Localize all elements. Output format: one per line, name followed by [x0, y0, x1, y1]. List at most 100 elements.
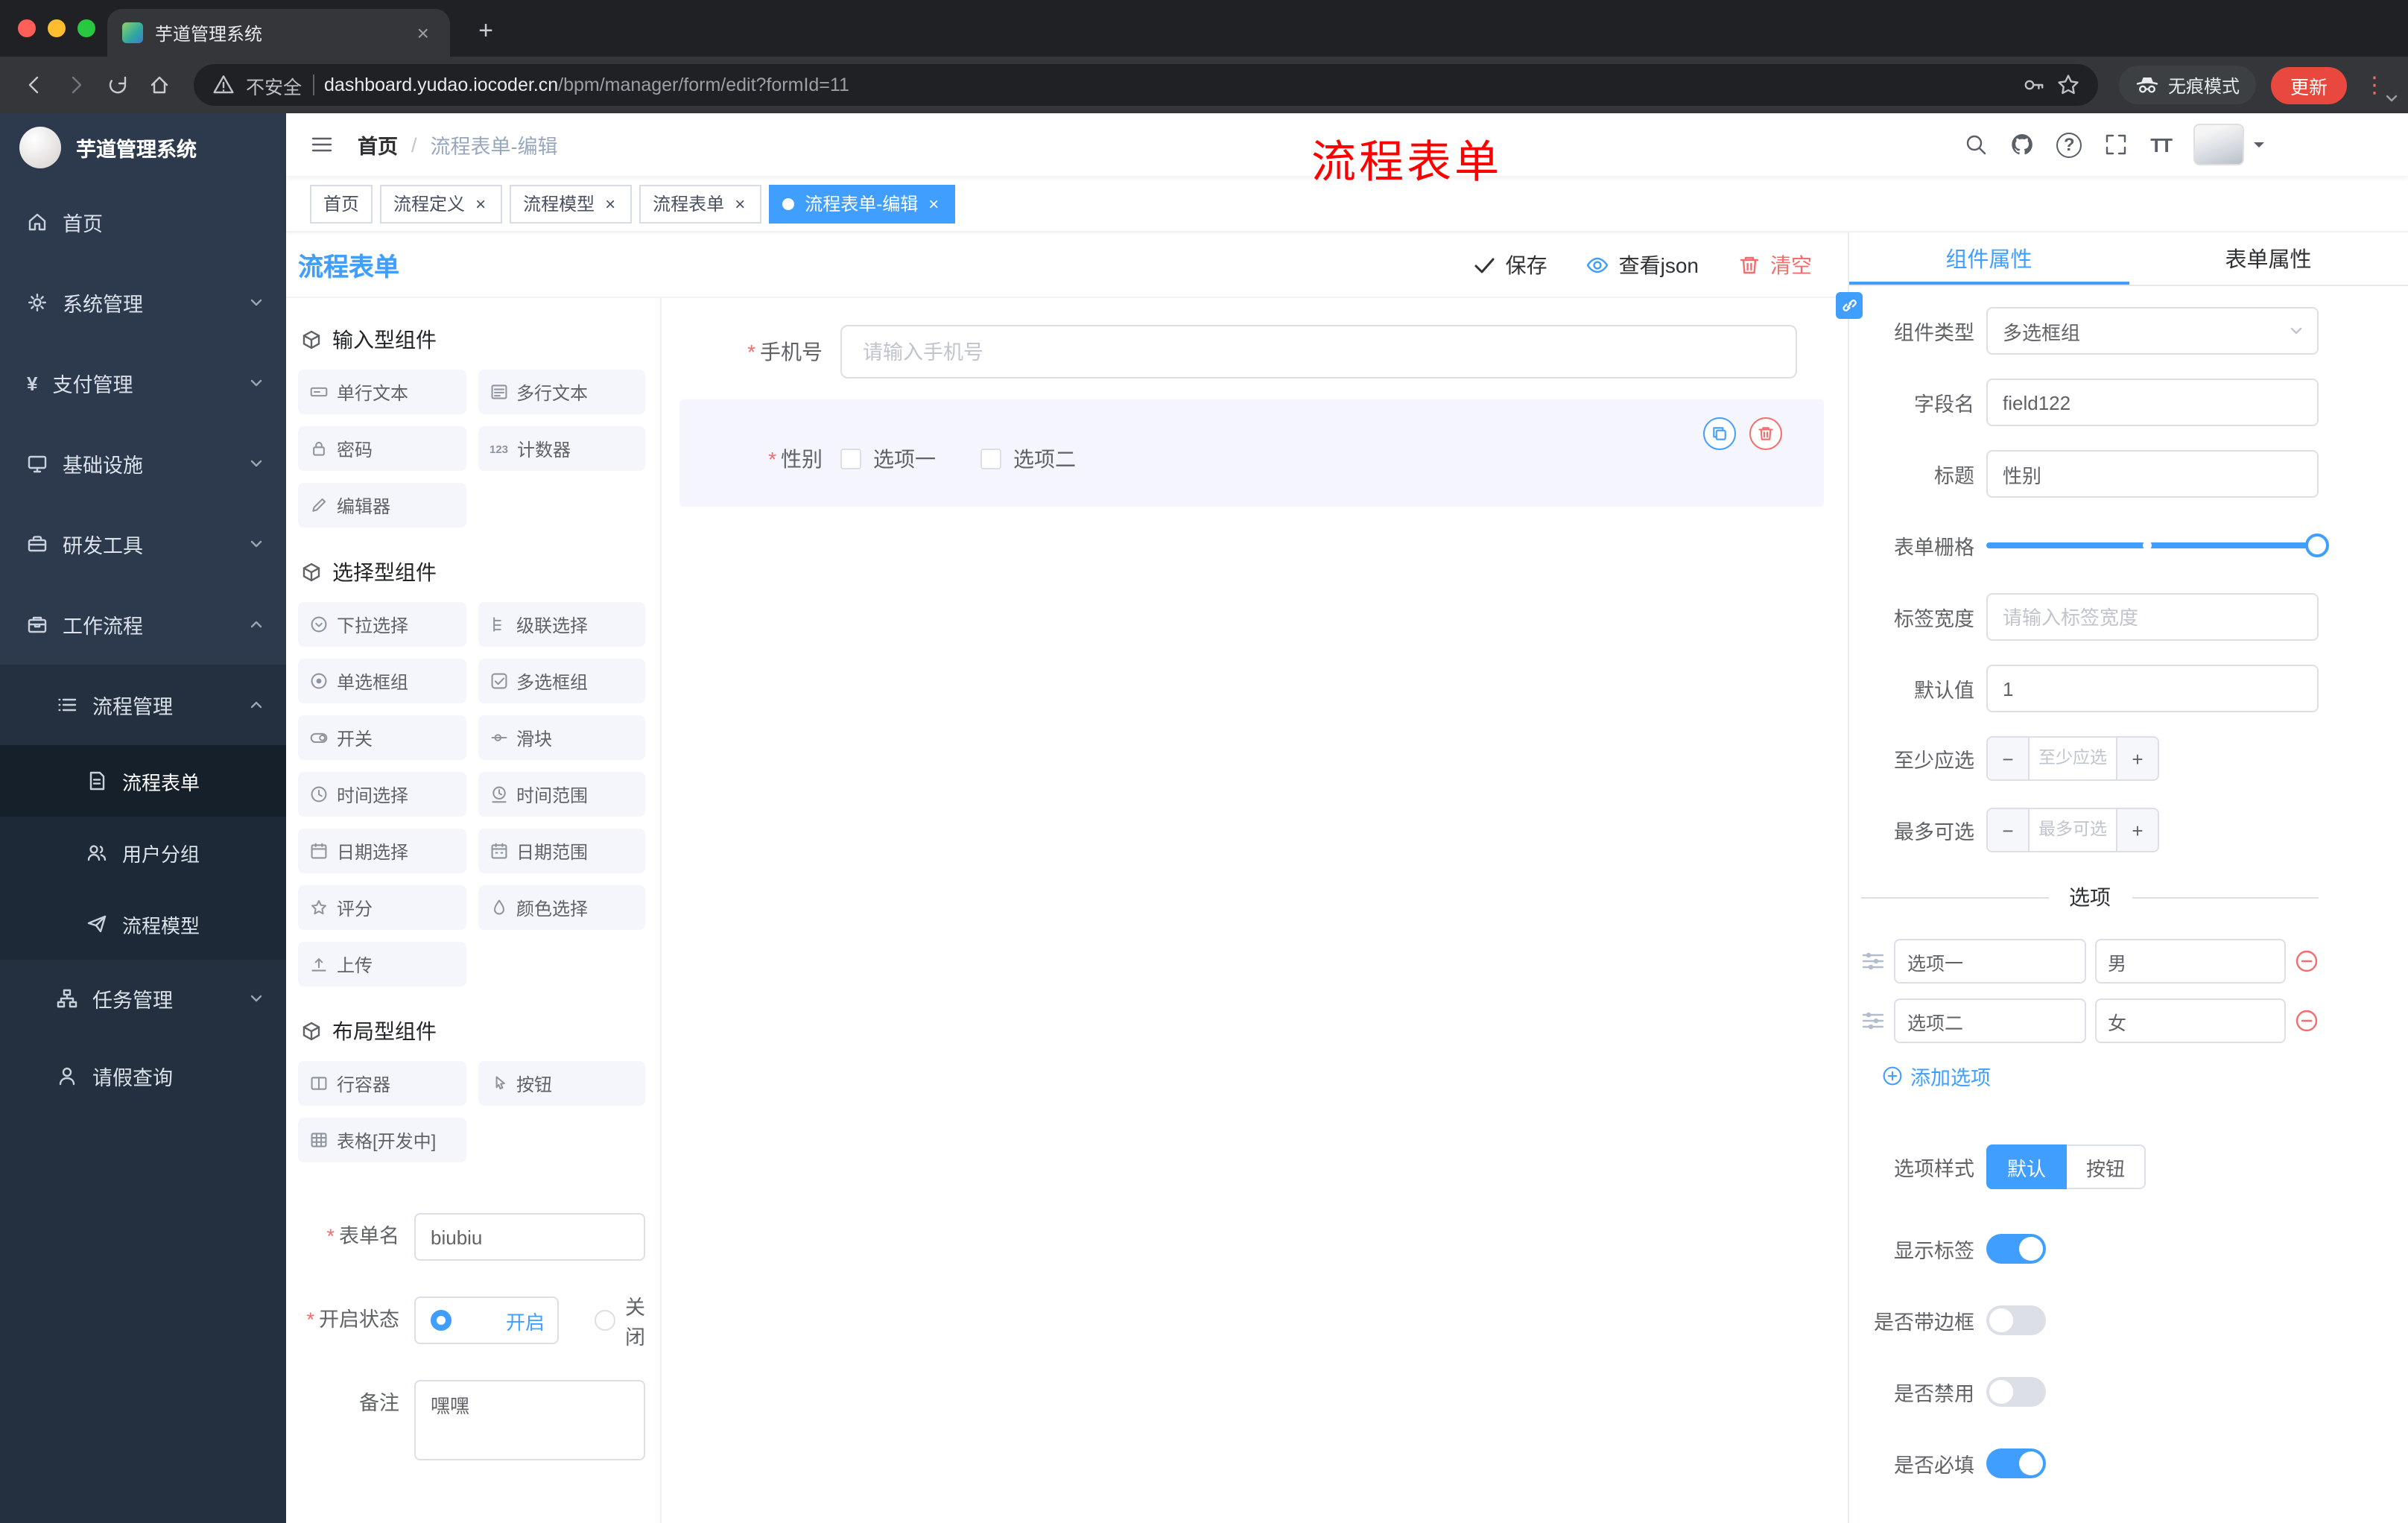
border-toggle[interactable] [1986, 1305, 2046, 1335]
option-value-input[interactable] [2094, 998, 2286, 1043]
tag-close-icon[interactable]: × [602, 193, 618, 214]
option-label-input[interactable] [1894, 939, 2085, 984]
palette-item-button[interactable]: 按钮 [478, 1061, 645, 1106]
back-icon[interactable] [15, 66, 54, 104]
gender-option2-checkbox[interactable]: 选项二 [980, 444, 1076, 474]
sidebar-item-process-model[interactable]: 流程模型 [0, 888, 286, 960]
max-select-input[interactable] [2030, 809, 2116, 851]
tab-close-icon[interactable]: × [411, 19, 435, 46]
status-on-radio[interactable]: 开启 [414, 1296, 558, 1344]
palette-item-single-line-text[interactable]: 单行文本 [298, 370, 466, 414]
copy-component-button[interactable] [1703, 417, 1736, 450]
palette-item-editor[interactable]: 编辑器 [298, 483, 466, 528]
field-name-input[interactable] [1986, 379, 2319, 426]
increment-icon[interactable]: + [2116, 738, 2158, 779]
option-value-input[interactable] [2094, 939, 2286, 984]
tag-close-icon[interactable]: × [472, 193, 489, 214]
delete-component-button[interactable] [1749, 417, 1782, 450]
form-canvas[interactable]: 手机号 [662, 298, 1848, 1523]
grid-slider[interactable] [1986, 522, 2329, 569]
forward-icon[interactable] [57, 66, 95, 104]
sidebar-item-infrastructure[interactable]: 基础设施 [0, 423, 286, 504]
style-button-button[interactable]: 按钮 [2067, 1144, 2146, 1189]
palette-item-select[interactable]: 下拉选择 [298, 602, 466, 647]
palette-item-upload[interactable]: 上传 [298, 942, 466, 987]
remove-option-icon[interactable] [2295, 1009, 2319, 1033]
status-off-radio[interactable]: 关闭 [594, 1291, 645, 1350]
sidebar-item-payment-management[interactable]: ¥ 支付管理 [0, 343, 286, 423]
hamburger-icon[interactable] [310, 133, 334, 156]
tag-process-model[interactable]: 流程模型 × [510, 184, 633, 223]
palette-item-counter[interactable]: 123 计数器 [478, 426, 645, 471]
default-value-input[interactable] [1986, 665, 2319, 712]
sidebar-item-system-management[interactable]: 系统管理 [0, 262, 286, 343]
tab-form-props[interactable]: 表单属性 [2129, 232, 2408, 285]
palette-item-password[interactable]: 密码 [298, 426, 466, 471]
breadcrumb-home[interactable]: 首页 [358, 130, 398, 159]
window-zoom-button[interactable] [77, 19, 95, 37]
tag-process-form-edit[interactable]: 流程表单-编辑 × [769, 184, 956, 223]
font-size-icon[interactable]: TT [2150, 133, 2173, 156]
tag-home[interactable]: 首页 [310, 184, 373, 223]
sidebar-item-process-management[interactable]: 流程管理 [0, 665, 286, 745]
remark-textarea[interactable]: 嘿嘿 [414, 1380, 645, 1460]
canvas-item-phone[interactable]: 手机号 [679, 316, 1824, 387]
slider-handle[interactable] [2305, 533, 2329, 557]
drag-handle-icon[interactable] [1861, 1009, 1885, 1033]
key-icon[interactable] [2022, 73, 2046, 97]
palette-item-slider[interactable]: 滑块 [478, 715, 645, 760]
add-option-button[interactable]: 添加选项 [1882, 1061, 2319, 1091]
sidebar-item-user-group[interactable]: 用户分组 [0, 817, 286, 888]
window-close-button[interactable] [18, 19, 36, 37]
address-bar[interactable]: 不安全 dashboard.yudao.iocoder.cn /bpm/mana… [194, 64, 2098, 106]
min-select-input[interactable] [2030, 738, 2116, 779]
decrement-icon[interactable]: − [1988, 738, 2030, 779]
palette-item-time-picker[interactable]: 时间选择 [298, 772, 466, 817]
sidebar-item-process-form[interactable]: 流程表单 [0, 745, 286, 817]
label-width-input[interactable] [1986, 593, 2319, 641]
chevron-down-icon[interactable] [2383, 89, 2401, 107]
clear-button[interactable]: 清空 [1737, 250, 1812, 279]
palette-item-time-range[interactable]: 时间范围 [478, 772, 645, 817]
palette-item-cascader[interactable]: 级联选择 [478, 602, 645, 647]
palette-item-date-picker[interactable]: 日期选择 [298, 829, 466, 873]
decrement-icon[interactable]: − [1988, 809, 2030, 851]
update-button[interactable]: 更新 [2270, 66, 2347, 104]
window-minimize-button[interactable] [48, 19, 66, 37]
tag-close-icon[interactable]: × [925, 193, 942, 214]
tag-process-form[interactable]: 流程表单 × [639, 184, 762, 223]
fullscreen-icon[interactable] [2104, 133, 2128, 156]
show-label-toggle[interactable] [1986, 1234, 2046, 1264]
palette-item-color-picker[interactable]: 颜色选择 [478, 885, 645, 930]
view-json-button[interactable]: 查看json [1586, 250, 1699, 279]
palette-item-row-container[interactable]: 行容器 [298, 1061, 466, 1106]
sidebar-item-leave-query[interactable]: 请假查询 [0, 1037, 286, 1115]
increment-icon[interactable]: + [2116, 809, 2158, 851]
browser-tab[interactable]: 芋道管理系统 × [107, 9, 450, 57]
title-input[interactable] [1986, 450, 2319, 498]
disabled-toggle[interactable] [1986, 1377, 2046, 1407]
style-default-button[interactable]: 默认 [1986, 1144, 2068, 1189]
palette-item-date-range[interactable]: 日期范围 [478, 829, 645, 873]
palette-item-table[interactable]: 表格[开发中] [298, 1118, 466, 1162]
home-icon[interactable] [140, 66, 179, 104]
tag-close-icon[interactable]: × [732, 193, 748, 214]
new-tab-button[interactable]: + [468, 13, 504, 49]
reload-icon[interactable] [98, 66, 137, 104]
component-type-select[interactable]: 多选框组 [1986, 307, 2319, 355]
canvas-item-gender-selected[interactable]: 性别 选项一 选项二 [679, 399, 1824, 507]
doc-link-icon[interactable] [1836, 292, 1863, 319]
sidebar-item-dev-tools[interactable]: 研发工具 [0, 504, 286, 584]
user-menu[interactable] [2193, 124, 2268, 165]
palette-item-multiline-text[interactable]: 多行文本 [478, 370, 645, 414]
gender-option1-checkbox[interactable]: 选项一 [840, 444, 936, 474]
bookmark-star-icon[interactable] [2056, 73, 2080, 97]
warning-icon[interactable] [212, 73, 235, 97]
remove-option-icon[interactable] [2295, 949, 2319, 973]
sidebar-item-workflow[interactable]: 工作流程 [0, 584, 286, 665]
sidebar-item-task-management[interactable]: 任务管理 [0, 960, 286, 1037]
phone-input[interactable] [840, 325, 1797, 379]
github-icon[interactable] [2010, 133, 2034, 156]
drag-handle-icon[interactable] [1861, 949, 1885, 973]
palette-item-switch[interactable]: 开关 [298, 715, 466, 760]
